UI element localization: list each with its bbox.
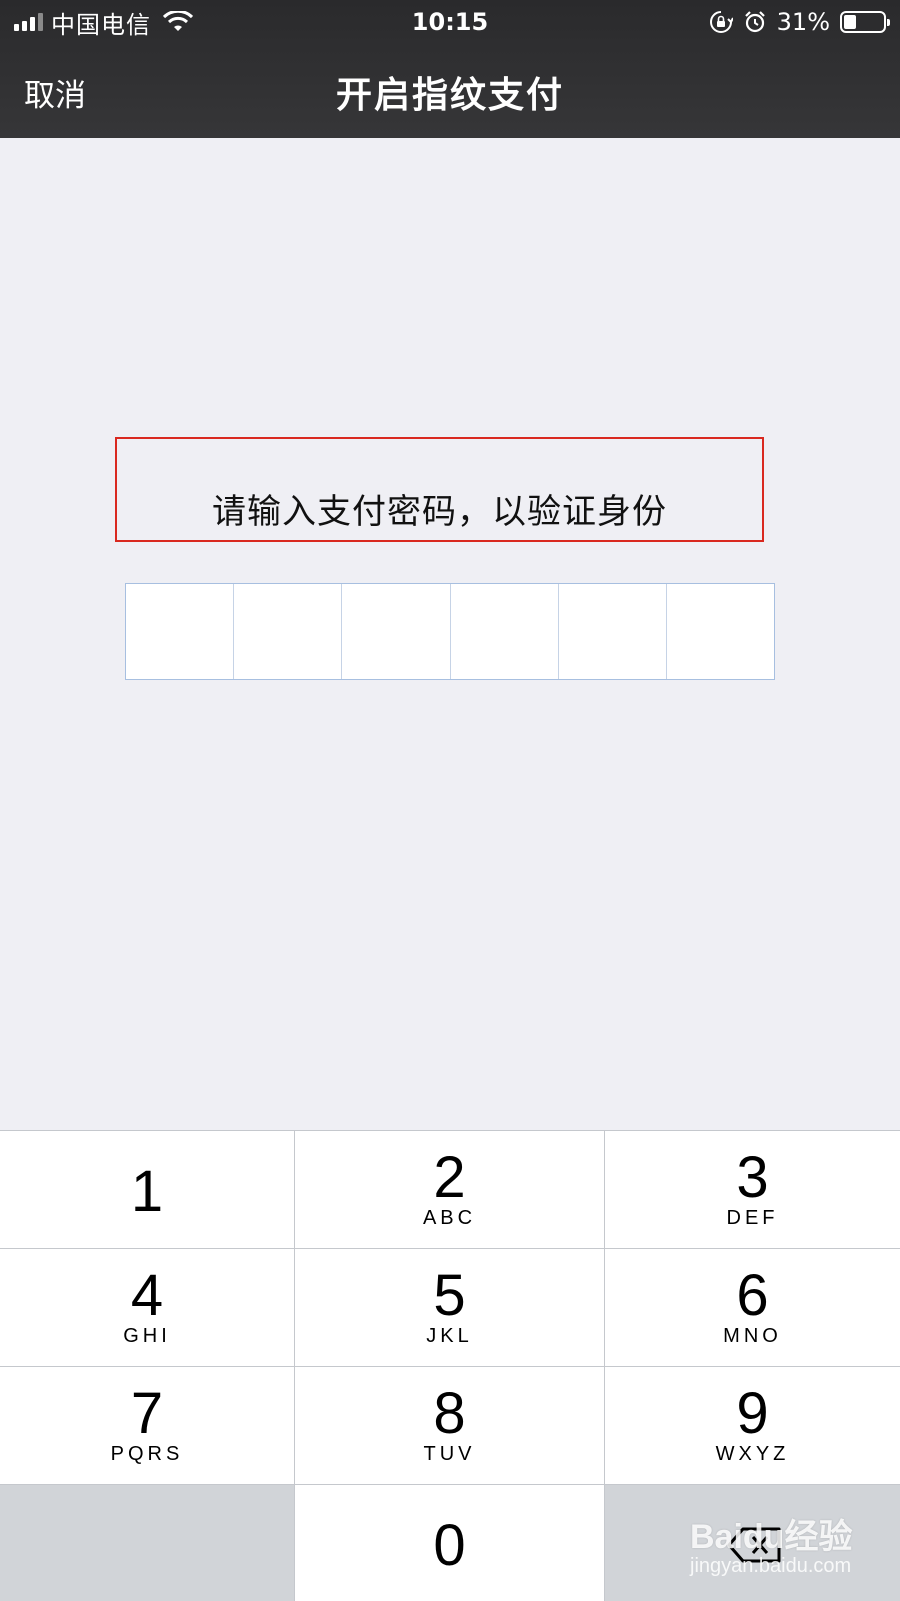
battery-percent: 31%	[776, 8, 830, 36]
key-letters: PQRS	[110, 1443, 184, 1465]
key-letters: DEF	[726, 1207, 779, 1229]
status-bar: 中国电信 10:15 31%	[0, 0, 900, 44]
key-blank	[0, 1485, 294, 1601]
numeric-keypad: 1 2 ABC 3 DEF 4 GHI 5 JKL 6 MNO 7 PQRS 8 TUV 9W…	[0, 1130, 900, 1601]
key-letters: GHI	[123, 1325, 171, 1347]
key-digit: 4	[130, 1263, 164, 1328]
pin-digit-box[interactable]	[126, 584, 235, 679]
key-9[interactable]: 9 WXYZ	[605, 1367, 900, 1484]
key-digit: 2	[433, 1145, 466, 1210]
delete-backspace-icon	[727, 1527, 781, 1563]
key-0[interactable]: 0	[295, 1485, 604, 1601]
rotation-lock-icon	[709, 11, 733, 33]
pin-digit-box[interactable]	[342, 584, 451, 679]
key-letters: ABC	[422, 1207, 477, 1229]
pin-digit-box[interactable]	[451, 584, 559, 679]
status-right: 31%	[709, 6, 890, 38]
prompt-highlight-box: 请输入支付密码，以验证身份	[115, 437, 764, 542]
pin-digit-box[interactable]	[667, 584, 774, 679]
key-7[interactable]: 7 PQRS	[0, 1367, 294, 1484]
key-1[interactable]: 1	[0, 1131, 294, 1248]
key-letters: JKL	[426, 1325, 473, 1347]
key-8[interactable]: 8 TUV	[295, 1367, 604, 1484]
key-5[interactable]: 5 JKL	[295, 1249, 604, 1366]
pin-input[interactable]	[125, 583, 775, 680]
key-letters: TUV	[423, 1443, 476, 1465]
key-4[interactable]: 4 GHI	[0, 1249, 294, 1366]
battery-level	[844, 15, 856, 29]
key-3[interactable]: 3 DEF	[605, 1131, 900, 1248]
nav-bar: 取消 开启指纹支付	[0, 44, 900, 138]
key-6[interactable]: 6 MNO	[605, 1249, 900, 1366]
key-digit: 1	[130, 1159, 164, 1224]
key-digit: 6	[736, 1263, 769, 1328]
key-digit: 7	[130, 1381, 164, 1446]
prompt-text: 请输入支付密码，以验证身份	[212, 492, 667, 532]
key-letters: WXYZ	[715, 1443, 790, 1465]
pin-digit-box[interactable]	[559, 584, 667, 679]
key-digit: 3	[736, 1145, 769, 1210]
key-digit: 8	[433, 1381, 466, 1446]
alarm-icon	[744, 11, 765, 33]
pin-digit-box[interactable]	[234, 584, 343, 679]
key-letters: MNO	[723, 1325, 782, 1347]
key-digit: 5	[433, 1263, 466, 1328]
key-2[interactable]: 2 ABC	[295, 1131, 604, 1248]
key-digit: 0	[433, 1513, 466, 1578]
delete-key[interactable]	[605, 1485, 900, 1601]
key-digit: 9	[736, 1381, 769, 1446]
battery-icon	[840, 11, 890, 33]
top-bar: 中国电信 10:15 31% 取消 开启指纹支付	[0, 0, 900, 138]
page-title: 开启指纹支付	[335, 75, 564, 116]
